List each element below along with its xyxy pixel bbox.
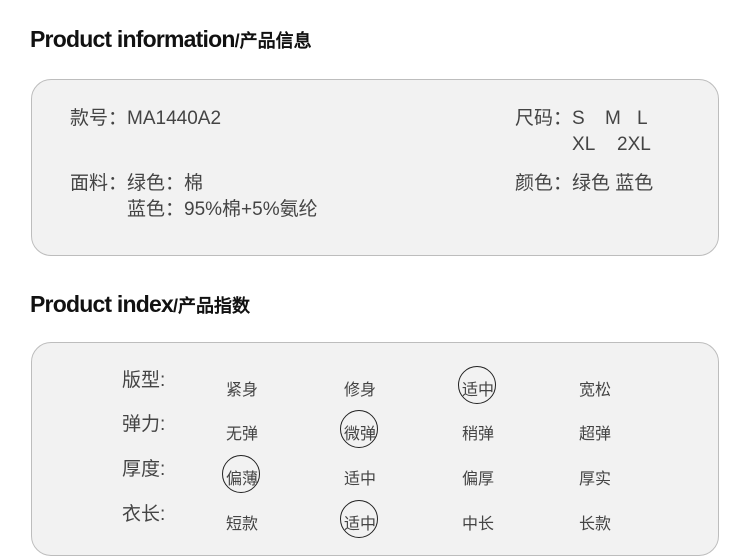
fabric-material: 95%棉+5%氨纶: [184, 199, 318, 220]
index-option-selected: 适中: [340, 500, 380, 542]
index-option: 偏厚: [461, 471, 494, 488]
index-option: 厚实: [578, 471, 611, 488]
fabric-color: 蓝色：: [127, 199, 185, 220]
size-option: L: [637, 108, 648, 129]
size-option: 2XL: [617, 134, 651, 155]
index-option: 中长: [461, 516, 494, 533]
product-index-title-en: Product index: [30, 291, 174, 317]
index-option-selected: 微弹: [340, 410, 380, 452]
index-option: 修身: [343, 382, 376, 399]
index-row-thickness: 厚度: 偏薄 适中 偏厚 厚实: [32, 455, 718, 497]
product-information-title: Product information/产品信息: [30, 26, 312, 53]
index-option: 紧身: [225, 382, 258, 399]
size-option: M: [605, 108, 621, 129]
size-option: XL: [572, 134, 596, 155]
size-list-row1: SML: [572, 106, 648, 132]
index-option: 超弹: [578, 426, 611, 443]
product-index-title: Product index/产品指数: [30, 291, 250, 318]
index-label: 弹力:: [122, 414, 166, 435]
fabric-label: 面料：: [70, 173, 128, 194]
index-option-selected: 适中: [458, 366, 498, 408]
index-option: 短款: [225, 516, 258, 533]
index-row-elasticity: 弹力: 无弹 微弹 稍弹 超弹: [32, 410, 718, 452]
size-list-row2: XL 2XL: [572, 132, 651, 158]
fabric-info: 面料： 绿色：棉 面料： 蓝色：95%棉+5%氨纶: [70, 171, 318, 223]
color-info: 颜色：绿色 蓝色: [515, 171, 653, 197]
style-number-value: MA1440A2: [127, 108, 222, 129]
index-option-selected: 偏薄: [222, 455, 262, 497]
index-option: 适中: [343, 471, 376, 488]
style-number-label: 款号：: [70, 108, 128, 129]
index-row-fit: 版型: 紧身 修身 适中 宽松: [32, 366, 718, 408]
index-row-length: 衣长: 短款 适中 中长 长款: [32, 500, 718, 542]
index-option: 宽松: [578, 382, 611, 399]
fabric-line: 绿色：棉: [127, 171, 203, 197]
fabric-line: 蓝色：95%棉+5%氨纶: [127, 197, 318, 223]
index-label: 衣长:: [122, 504, 166, 525]
fabric-color: 绿色：: [127, 173, 185, 194]
color-label: 颜色：: [515, 173, 573, 194]
index-option: 无弹: [225, 426, 258, 443]
index-option: 稍弹: [461, 426, 494, 443]
index-label: 厚度:: [122, 459, 166, 480]
color-values: 绿色 蓝色: [572, 173, 654, 194]
size-option: S: [572, 108, 585, 129]
fabric-material: 棉: [184, 173, 204, 194]
product-index-panel: 版型: 紧身 修身 适中 宽松 弹力: 无弹 微弹 稍弹 超弹 厚度: 偏薄 适…: [31, 342, 719, 556]
product-index-title-cn: /产品指数: [172, 296, 250, 316]
size-label: 尺码：: [515, 108, 573, 129]
product-information-title-en: Product information: [30, 26, 235, 52]
size-info: 尺码： SML 尺码： XL2XL: [515, 106, 651, 158]
index-label: 版型:: [122, 370, 166, 391]
style-number: 款号：MA1440A2: [70, 106, 221, 132]
product-information-title-cn: /产品信息: [234, 31, 312, 51]
product-information-panel: 款号：MA1440A2 尺码： SML 尺码： XL2XL 面料： 绿色：棉 面…: [31, 79, 719, 256]
index-option: 长款: [578, 516, 611, 533]
